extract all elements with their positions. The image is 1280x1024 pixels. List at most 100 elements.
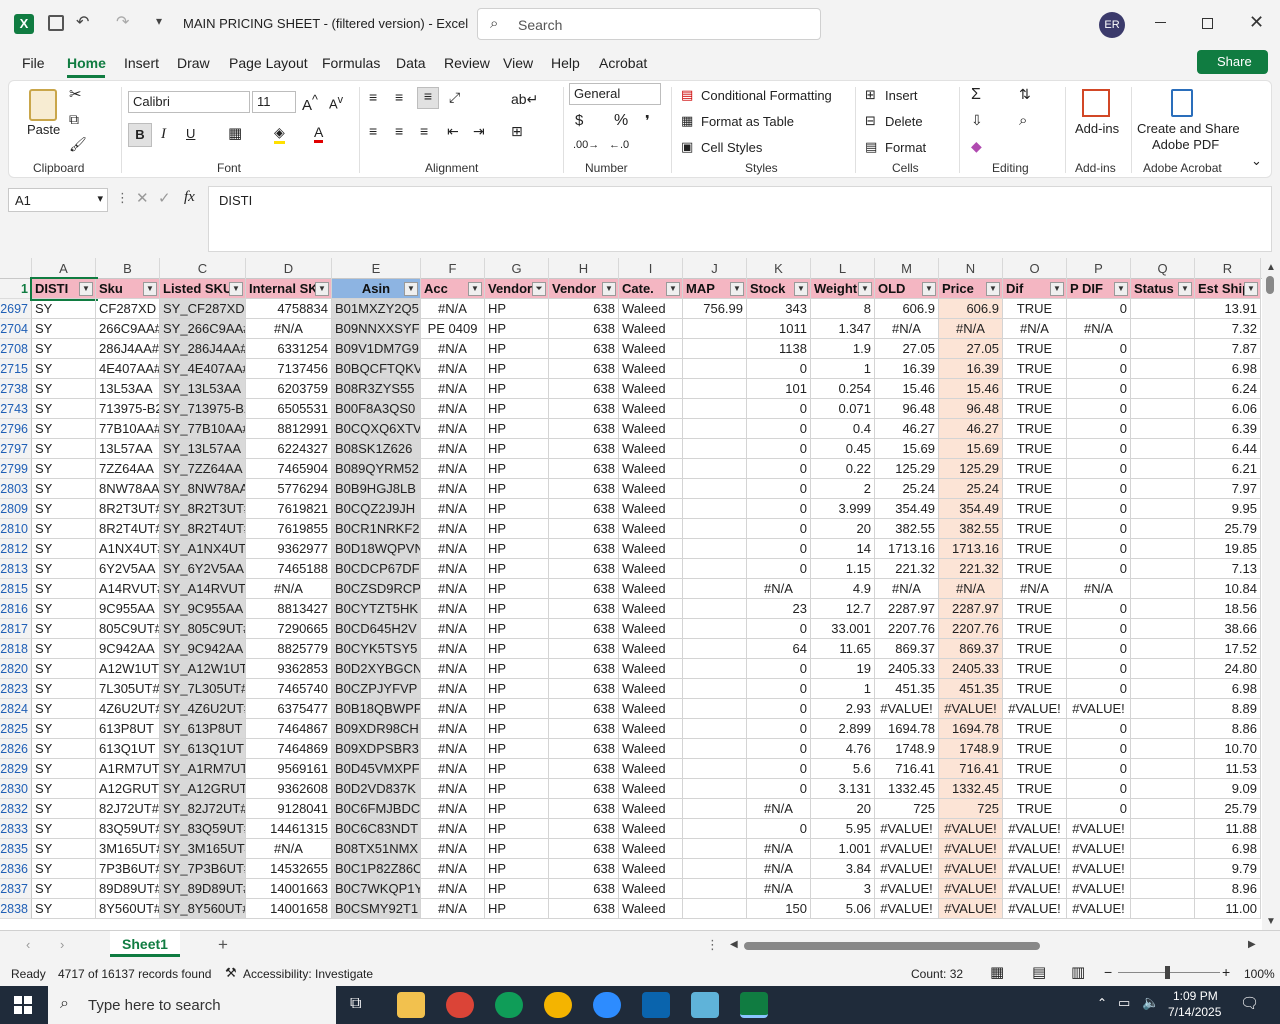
insert-cells-icon[interactable]: ⊞ [865,87,876,103]
filter-dropdown-icon[interactable]: ▼ [1050,282,1064,296]
cell[interactable]: HP [485,379,549,399]
cell[interactable] [1131,539,1195,559]
cell[interactable]: TRUE [1003,779,1067,799]
cell[interactable]: 2.899 [811,719,875,739]
cell[interactable]: #N/A [747,839,811,859]
cell[interactable]: 5.95 [811,819,875,839]
cell[interactable]: B0CQZ2J9JH [332,499,421,519]
cell[interactable]: B0CZPJYFVP [332,679,421,699]
cell[interactable]: #N/A [421,459,485,479]
font-name-select[interactable]: Calibri [128,91,250,113]
prev-sheet-icon[interactable]: ‹ [26,937,30,952]
cell[interactable]: Waleed [619,679,683,699]
collapse-ribbon-icon[interactable]: ⌄ [1251,153,1262,169]
column-header-r[interactable]: R [1195,258,1261,279]
cell[interactable]: B09V1DM7G9 [332,339,421,359]
row-header[interactable]: 2823 [0,679,32,699]
cell[interactable]: #N/A [421,819,485,839]
cell[interactable]: 0 [747,719,811,739]
cell[interactable]: 638 [549,639,619,659]
row-header[interactable]: 2813 [0,559,32,579]
cell[interactable]: 9128041 [246,799,332,819]
cell[interactable]: 7290665 [246,619,332,639]
cell[interactable]: 2287.97 [939,599,1003,619]
cell[interactable]: 14001663 [246,879,332,899]
menu-acrobat[interactable]: Acrobat [599,55,647,71]
cell[interactable]: 0 [747,659,811,679]
cell[interactable]: 25.79 [1195,519,1261,539]
cell[interactable] [683,719,747,739]
cell[interactable]: TRUE [1003,719,1067,739]
cell[interactable]: Waleed [619,819,683,839]
cell[interactable]: Waleed [619,399,683,419]
cell[interactable]: SY [32,799,96,819]
cell[interactable]: 713975-B2 [96,399,160,419]
cell[interactable]: CF287XD [96,299,160,319]
cell[interactable]: 14461315 [246,819,332,839]
cell[interactable] [1131,359,1195,379]
row-header[interactable]: 2803 [0,479,32,499]
filter-dropdown-icon[interactable]: ▼ [1114,282,1128,296]
cell[interactable]: 4.76 [811,739,875,759]
cell[interactable]: Waleed [619,459,683,479]
cell[interactable]: 638 [549,879,619,899]
cell[interactable]: 0 [1067,539,1131,559]
cell[interactable]: TRUE [1003,439,1067,459]
cell[interactable]: 0 [1067,419,1131,439]
cell[interactable] [1131,399,1195,419]
cell[interactable]: 11.65 [811,639,875,659]
cell[interactable]: 10.84 [1195,579,1261,599]
insert-function-icon[interactable]: fx [184,189,195,206]
cell[interactable] [683,679,747,699]
cancel-formula-icon[interactable]: ✕ [136,189,149,207]
cell[interactable]: #N/A [421,419,485,439]
column-header-j[interactable]: J [683,258,747,279]
cell[interactable]: SY [32,639,96,659]
cell[interactable]: 20 [811,799,875,819]
customize-toolbar-icon[interactable]: ▾ [156,14,162,28]
cell[interactable] [683,619,747,639]
cell[interactable]: #N/A [1003,579,1067,599]
cell[interactable]: 9.79 [1195,859,1261,879]
column-header-f[interactable]: F [421,258,485,279]
column-header-l[interactable]: L [811,258,875,279]
clock-time[interactable]: 1:09 PM [1173,989,1218,1003]
cell[interactable]: #VALUE! [1067,699,1131,719]
row-header[interactable]: 2837 [0,879,32,899]
cell[interactable]: SY_4Z6U2UT# [160,699,246,719]
cell[interactable]: HP [485,619,549,639]
cell[interactable]: SY_7P3B6UT# [160,859,246,879]
cell[interactable]: 6.24 [1195,379,1261,399]
cell[interactable] [1131,859,1195,879]
cell[interactable]: 7L305UT# [96,679,160,699]
cell[interactable]: 638 [549,779,619,799]
cell[interactable]: SY_266C9AA# [160,319,246,339]
cell[interactable]: 0 [1067,379,1131,399]
zoom-level[interactable]: 100% [1244,967,1275,981]
cell[interactable]: 638 [549,699,619,719]
cell[interactable]: 0 [1067,499,1131,519]
cell[interactable] [683,879,747,899]
cell[interactable] [1131,639,1195,659]
cell[interactable]: #N/A [421,679,485,699]
add-sheet-icon[interactable]: + [218,935,228,955]
cell[interactable]: #VALUE! [1067,819,1131,839]
cell[interactable]: 1.15 [811,559,875,579]
cell[interactable]: #VALUE! [1003,879,1067,899]
cell[interactable]: 1011 [747,319,811,339]
cell[interactable]: 89D89UT# [96,879,160,899]
cell[interactable]: #N/A [939,579,1003,599]
cell[interactable]: SY_A12W1UT# [160,659,246,679]
copy-icon[interactable]: ⧉ [69,111,79,128]
cell[interactable]: HP [485,739,549,759]
cell[interactable]: 6.06 [1195,399,1261,419]
cell[interactable]: Waleed [619,599,683,619]
cell[interactable]: 7P3B6UT# [96,859,160,879]
cell[interactable]: HP [485,479,549,499]
cell[interactable]: Waleed [619,419,683,439]
cell[interactable]: 0 [747,699,811,719]
cell[interactable]: #N/A [421,579,485,599]
cell[interactable] [683,579,747,599]
cell[interactable]: 638 [549,399,619,419]
cell[interactable] [683,379,747,399]
